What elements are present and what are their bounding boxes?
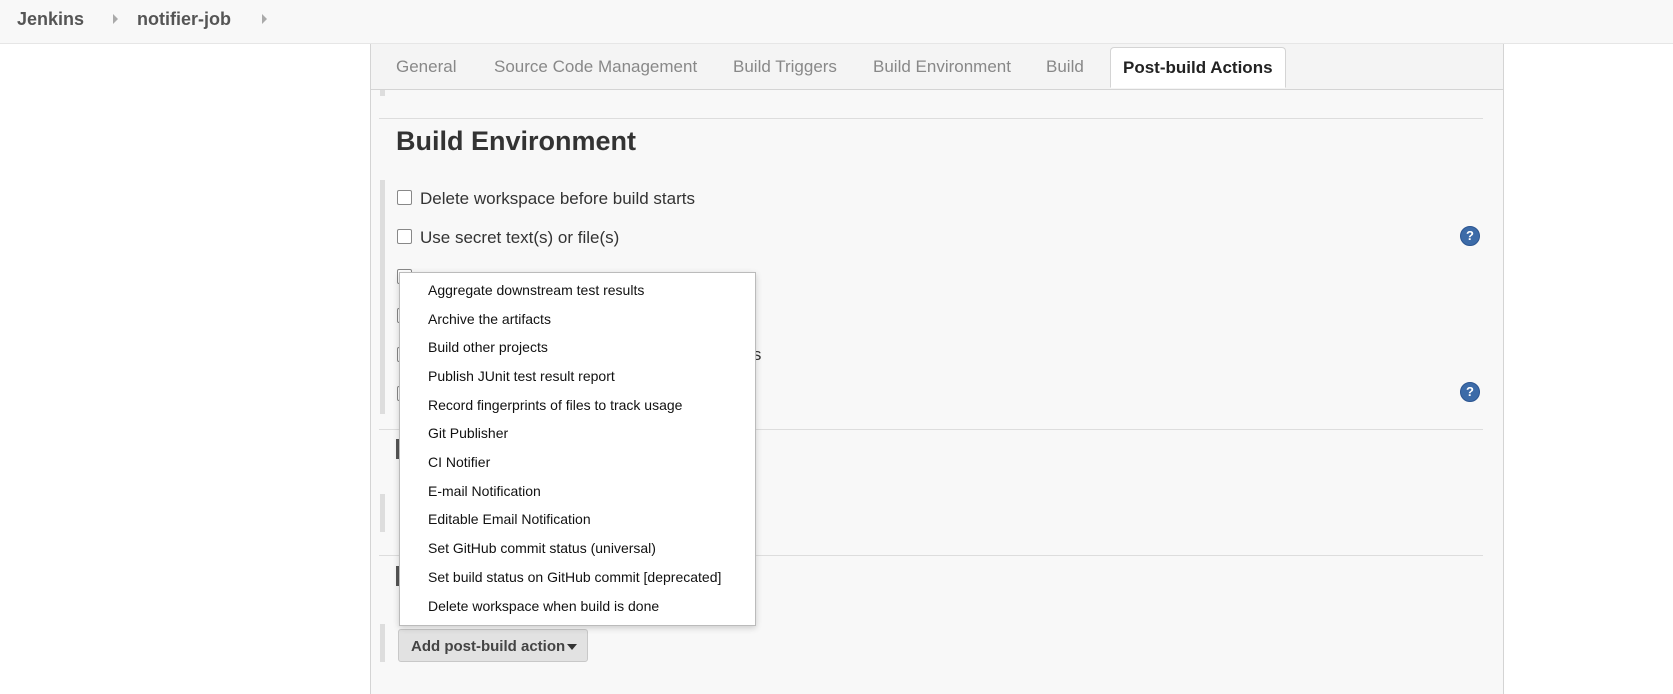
- menu-item[interactable]: Editable Email Notification: [428, 511, 591, 527]
- tab-build-environment[interactable]: Build Environment: [873, 57, 1011, 77]
- menu-item[interactable]: Publish JUnit test result report: [428, 368, 615, 384]
- tab-build[interactable]: Build: [1046, 57, 1084, 77]
- menu-item[interactable]: CI Notifier: [428, 454, 490, 470]
- breadcrumb-job[interactable]: notifier-job: [137, 9, 231, 30]
- chevron-right-icon[interactable]: [262, 14, 267, 24]
- checkbox[interactable]: [397, 190, 412, 205]
- menu-item[interactable]: Set GitHub commit status (universal): [428, 540, 656, 556]
- add-post-build-action-button[interactable]: Add post-build action: [398, 629, 588, 662]
- help-icon[interactable]: ?: [1460, 382, 1480, 402]
- menu-item[interactable]: Record fingerprints of files to track us…: [428, 397, 682, 413]
- section-title: Build Environment: [396, 126, 637, 156]
- button-label: Add post-build action: [411, 638, 566, 655]
- menu-item[interactable]: Aggregate downstream test results: [428, 282, 644, 298]
- breadcrumb: Jenkins notifier-job: [0, 0, 1673, 44]
- breadcrumb-jenkins[interactable]: Jenkins: [17, 9, 84, 30]
- menu-item[interactable]: Delete workspace when build is done: [428, 598, 659, 614]
- tab-general[interactable]: General: [396, 57, 456, 77]
- section-rail: [380, 624, 385, 662]
- section-rail: [380, 180, 385, 414]
- tab-post-build-actions[interactable]: Post-build Actions: [1110, 47, 1286, 88]
- option-label: Delete workspace before build starts: [420, 189, 695, 208]
- checkbox[interactable]: [397, 229, 412, 244]
- divider: [379, 118, 1483, 119]
- help-icon[interactable]: ?: [1460, 226, 1480, 246]
- config-tabs: General Source Code Management Build Tri…: [371, 44, 1503, 90]
- menu-item[interactable]: Archive the artifacts: [428, 311, 551, 327]
- section-rail: [380, 494, 385, 532]
- tab-source-code-management[interactable]: Source Code Management: [494, 57, 697, 77]
- option-use-secret[interactable]: Use secret text(s) or file(s): [397, 228, 619, 248]
- post-build-action-menu: Aggregate downstream test results Archiv…: [399, 272, 756, 626]
- menu-item[interactable]: Git Publisher: [428, 425, 508, 441]
- caret-down-icon: [567, 644, 577, 650]
- menu-item[interactable]: Build other projects: [428, 339, 548, 355]
- option-label: Use secret text(s) or file(s): [420, 228, 620, 247]
- section-rail: [380, 90, 385, 96]
- menu-item[interactable]: E-mail Notification: [428, 483, 541, 499]
- menu-item[interactable]: Set build status on GitHub commit [depre…: [428, 569, 721, 585]
- tab-build-triggers[interactable]: Build Triggers: [733, 57, 837, 77]
- chevron-right-icon[interactable]: [113, 14, 118, 24]
- option-delete-workspace[interactable]: Delete workspace before build starts: [397, 189, 695, 209]
